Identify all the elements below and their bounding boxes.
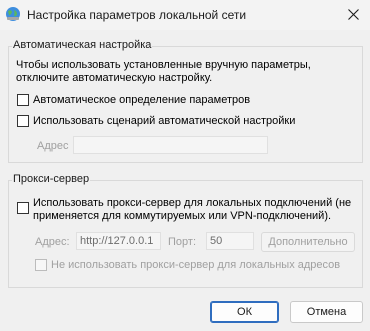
proxy-address-label: Адрес: xyxy=(35,236,70,248)
close-button[interactable] xyxy=(336,0,370,30)
auto-config-description-1: Чтобы использовать установленные вручную… xyxy=(16,59,311,71)
window-title: Настройка параметров локальной сети xyxy=(27,8,247,22)
use-script-checkbox[interactable] xyxy=(17,115,29,127)
use-script-label[interactable]: Использовать сценарий автоматической нас… xyxy=(33,115,295,127)
close-icon xyxy=(348,9,359,20)
use-proxy-label-line1[interactable]: Использовать прокси-сервер для локальных… xyxy=(33,197,351,209)
proxy-port-input[interactable]: 50 xyxy=(206,232,254,250)
title-bar: Настройка параметров локальной сети xyxy=(0,0,370,30)
proxy-address-input[interactable]: http://127.0.0.1 xyxy=(76,232,161,250)
auto-config-description-2: отключите автоматическую настройку. xyxy=(16,72,213,84)
use-proxy-checkbox[interactable] xyxy=(17,202,29,214)
bypass-local-label[interactable]: Не использовать прокси-сервер для локаль… xyxy=(51,259,340,271)
script-address-input[interactable] xyxy=(73,136,268,154)
cancel-button[interactable]: Отмена xyxy=(290,301,363,323)
ok-button[interactable]: ОК xyxy=(210,301,279,323)
use-proxy-label-line2[interactable]: применяется для коммутируемых или VPN-по… xyxy=(33,210,331,222)
auto-detect-label[interactable]: Автоматическое определение параметров xyxy=(33,94,250,106)
auto-detect-checkbox[interactable] xyxy=(17,94,29,106)
proxy-port-label: Порт: xyxy=(168,236,196,248)
script-address-label: Адрес xyxy=(37,140,69,152)
advanced-button[interactable]: Дополнительно xyxy=(261,232,355,252)
proxy-legend: Прокси-сервер xyxy=(12,173,91,185)
bypass-local-checkbox[interactable] xyxy=(35,259,47,271)
auto-config-legend: Автоматическая настройка xyxy=(12,39,153,51)
network-globe-icon xyxy=(5,6,21,22)
